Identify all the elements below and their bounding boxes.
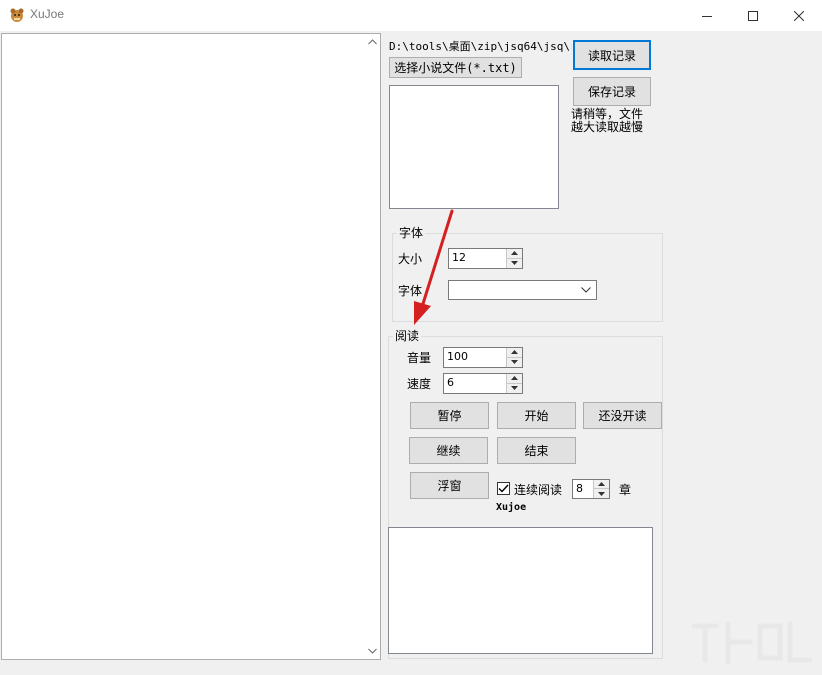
chapters-up-button[interactable] <box>594 480 609 489</box>
reading-output-box[interactable] <box>388 527 653 654</box>
font-size-up-button[interactable] <box>507 249 522 259</box>
chapters-down-button[interactable] <box>594 489 609 498</box>
continuous-read-checkbox[interactable] <box>497 482 510 495</box>
watermark-logo <box>691 621 813 665</box>
close-button[interactable] <box>776 0 822 31</box>
speed-spinner[interactable]: 6 <box>443 373 523 394</box>
chevron-up-icon <box>367 39 377 45</box>
float-window-button[interactable]: 浮窗 <box>410 472 489 499</box>
not-started-button[interactable]: 还没开读 <box>583 402 662 429</box>
maximize-button[interactable] <box>730 0 776 31</box>
chapters-value: 8 <box>576 482 583 495</box>
triangle-up-icon <box>511 251 518 256</box>
minimize-button[interactable] <box>684 0 730 31</box>
speed-up-button[interactable] <box>507 374 522 384</box>
triangle-down-icon <box>598 491 605 496</box>
resume-button[interactable]: 继续 <box>409 437 488 464</box>
triangle-down-icon <box>511 360 518 365</box>
loading-hint: 请稍等，文件越大读取越慢 <box>571 107 644 134</box>
chapters-spinner[interactable]: 8 <box>572 479 610 499</box>
annotation-arrow <box>414 209 454 325</box>
read-record-button[interactable]: 读取记录 <box>573 40 651 70</box>
triangle-up-icon <box>598 482 605 486</box>
triangle-down-icon <box>511 386 518 391</box>
pause-button[interactable]: 暂停 <box>410 402 489 429</box>
font-family-select[interactable] <box>448 280 597 300</box>
triangle-up-icon <box>511 376 518 381</box>
app-icon <box>9 7 25 23</box>
vertical-scrollbar[interactable] <box>364 34 380 659</box>
volume-up-button[interactable] <box>507 348 522 358</box>
volume-spinner[interactable]: 100 <box>443 347 523 368</box>
triangle-down-icon <box>511 261 518 266</box>
record-list[interactable] <box>389 85 559 209</box>
chevron-down-icon <box>367 648 377 654</box>
close-icon <box>794 10 804 21</box>
end-button[interactable]: 结束 <box>497 437 576 464</box>
window-title: XuJoe <box>30 7 65 21</box>
speed-value: 6 <box>447 376 454 389</box>
volume-value: 100 <box>447 350 468 363</box>
file-path-label: D:\tools\桌面\zip\jsq64\jsq\re <box>389 40 572 53</box>
speed-down-button[interactable] <box>507 384 522 394</box>
novel-text-area[interactable] <box>1 33 381 660</box>
author-label: Xujoe <box>496 502 527 513</box>
speed-label: 速度 <box>407 377 432 391</box>
choose-novel-file-button[interactable]: 选择小说文件(*.txt) <box>389 57 522 78</box>
chevron-down-icon <box>581 287 591 293</box>
continuous-read-label: 连续阅读 <box>514 483 563 497</box>
scroll-down-arrow[interactable] <box>364 643 380 659</box>
checkmark-icon <box>498 484 509 493</box>
start-button[interactable]: 开始 <box>497 402 576 429</box>
volume-label: 音量 <box>407 351 432 365</box>
minimize-icon <box>702 15 712 17</box>
font-size-down-button[interactable] <box>507 259 522 269</box>
volume-down-button[interactable] <box>507 358 522 368</box>
maximize-icon <box>748 10 758 21</box>
chapter-unit-label: 章 <box>619 483 632 497</box>
triangle-up-icon <box>511 350 518 355</box>
save-record-button[interactable]: 保存记录 <box>573 77 651 106</box>
scroll-up-arrow[interactable] <box>364 34 380 50</box>
